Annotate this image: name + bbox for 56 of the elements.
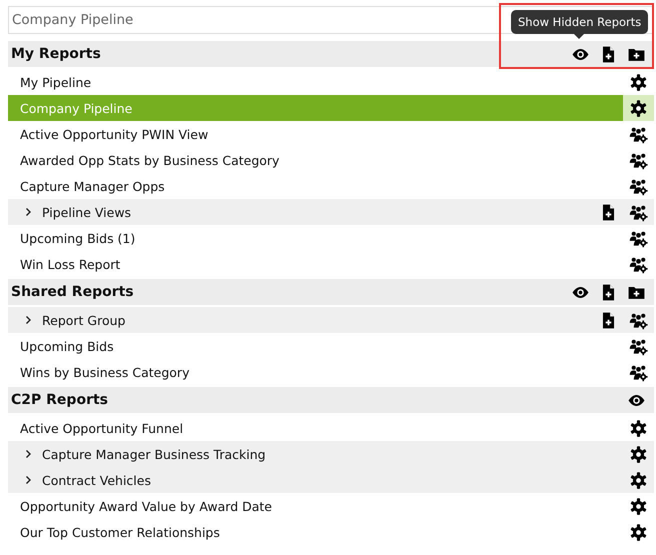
report-label: Capture Manager Business Tracking [42, 446, 267, 462]
gear-icon[interactable] [629, 72, 648, 92]
report-row[interactable]: Active Opportunity Funnel [8, 415, 654, 441]
report-group-row[interactable]: Contract Vehicles [8, 467, 654, 493]
section-title: My Reports [11, 46, 102, 62]
report-label: Win Loss Report [20, 256, 122, 272]
section-title: Shared Reports [11, 284, 135, 300]
report-row[interactable]: Active Opportunity PWIN View [8, 121, 654, 147]
users-gear-icon[interactable] [629, 310, 648, 330]
report-label: Wins by Business Category [20, 364, 190, 380]
users-gear-icon[interactable] [629, 176, 648, 196]
tooltip: Show Hidden Reports [511, 10, 648, 34]
report-row[interactable]: Upcoming Bids [8, 333, 654, 359]
report-label: Contract Vehicles [42, 472, 152, 488]
section-title: C2P Reports [11, 392, 109, 408]
chevron-icon[interactable] [23, 475, 33, 485]
users-gear-icon[interactable] [629, 124, 648, 144]
gear-icon[interactable] [629, 496, 648, 516]
gear-icon[interactable] [629, 444, 648, 464]
report-label: Our Top Customer Relationships [20, 524, 221, 540]
report-group-row[interactable]: Report Group [8, 307, 654, 333]
report-label: Upcoming Bids (1) [20, 230, 136, 246]
report-row[interactable]: Win Loss Report [8, 251, 654, 277]
users-gear-icon[interactable] [629, 336, 648, 356]
tooltip-pointer [574, 34, 584, 39]
report-row[interactable]: Awarded Opp Stats by Business Category [8, 147, 654, 173]
report-label: My Pipeline [20, 74, 92, 90]
gear-icon[interactable] [629, 522, 648, 542]
report-label: Report Group [42, 312, 126, 328]
report-label: Awarded Opp Stats by Business Category [20, 152, 280, 168]
chevron-icon[interactable] [23, 449, 33, 459]
chevron-icon[interactable] [23, 207, 33, 217]
report-label: Capture Manager Opps [20, 178, 166, 194]
gear-icon[interactable] [629, 418, 648, 438]
report-row[interactable]: Opportunity Award Value by Award Date [8, 493, 654, 519]
gear-icon[interactable] [629, 98, 648, 118]
report-row[interactable]: Upcoming Bids (1) [8, 225, 654, 251]
users-gear-icon[interactable] [629, 254, 648, 274]
report-label: Active Opportunity Funnel [20, 420, 184, 436]
report-label: Upcoming Bids [20, 338, 115, 354]
report-row[interactable]: Capture Manager Opps [8, 173, 654, 199]
gear-icon[interactable] [629, 470, 648, 490]
report-label: Company Pipeline [20, 100, 134, 116]
chevron-icon[interactable] [23, 315, 33, 325]
users-gear-icon[interactable] [629, 202, 648, 222]
report-row[interactable]: Wins by Business Category [8, 359, 654, 385]
report-label: Pipeline Views [42, 204, 132, 220]
report-row[interactable]: My Pipeline [8, 69, 654, 95]
report-label: Active Opportunity PWIN View [20, 126, 210, 142]
users-gear-icon[interactable] [629, 228, 648, 248]
users-gear-icon[interactable] [629, 362, 648, 382]
report-label: Opportunity Award Value by Award Date [20, 498, 273, 514]
report-group-row[interactable]: Capture Manager Business Tracking [8, 441, 654, 467]
users-gear-icon[interactable] [629, 150, 648, 170]
report-row[interactable]: Our Top Customer Relationships [8, 519, 654, 545]
report-group-row[interactable]: Pipeline Views [8, 199, 654, 225]
